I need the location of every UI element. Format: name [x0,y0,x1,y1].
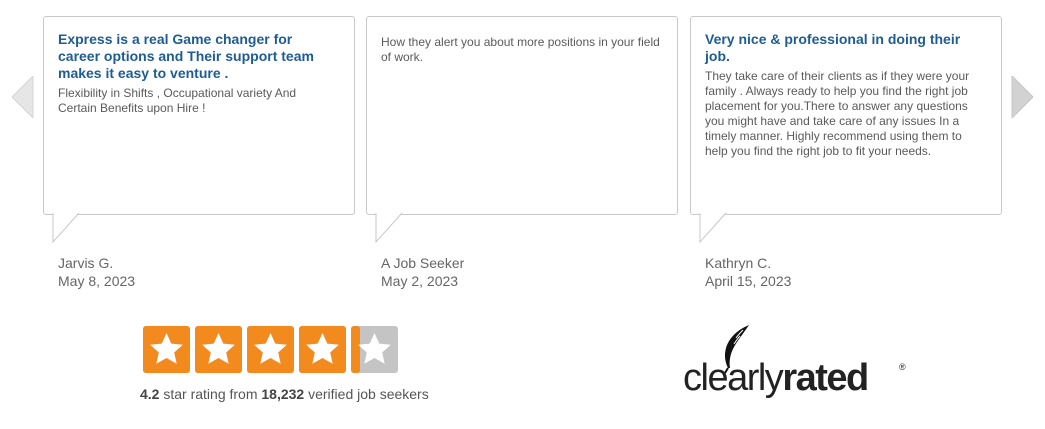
review-date: May 8, 2023 [58,273,136,289]
review-body: How they alert you about more positions … [381,35,660,64]
review-title: Express is a real Game changer for caree… [58,31,314,81]
review-author: A Job Seeker [381,255,465,271]
star-icon [351,326,398,373]
review-card: Very nice & professional in doing their … [690,16,1002,244]
speech-bubble-tail [375,212,403,244]
review-card: How they alert you about more positions … [366,16,678,244]
review-date: April 15, 2023 [705,273,792,289]
star-icon [299,326,346,373]
star-rating [143,326,403,374]
speech-bubble-tail [699,212,727,244]
star-icon [247,326,294,373]
registered-mark: ® [899,362,906,372]
rating-text: star rating from [159,386,262,402]
rating-count: 18,232 [261,386,305,402]
speech-bubble-tail [52,212,80,244]
clearlyrated-logo[interactable]: clearlyrated ® [683,322,913,404]
logo-wordmark-light: clearly [683,357,784,399]
carousel-next-button[interactable] [1011,76,1033,118]
rating-summary: 4.2 star rating from 18,232 verified job… [140,386,429,402]
logo-wordmark-bold: rated [782,357,869,399]
review-author-block: A Job Seeker May 2, 2023 [381,254,464,290]
review-title: Very nice & professional in doing their … [705,31,961,64]
review-body: They take care of their clients as if th… [705,69,970,158]
rating-value: 4.2 [140,386,160,402]
star-icon [143,326,190,373]
review-author: Jarvis G. [58,255,114,271]
review-date: May 2, 2023 [381,273,459,289]
star-icon [195,326,242,373]
review-body: Flexibility in Shifts , Occupational var… [58,86,297,115]
review-card: Express is a real Game changer for caree… [43,16,355,244]
chevron-left-icon [12,76,34,118]
logo-wordmark: clearlyrated [683,356,869,400]
chevron-right-icon [1011,76,1033,118]
rating-suffix: verified job seekers [304,386,429,402]
review-author: Kathryn C. [705,255,772,271]
review-author-block: Jarvis G. May 8, 2023 [58,254,135,290]
carousel-prev-button[interactable] [12,76,34,118]
review-author-block: Kathryn C. April 15, 2023 [705,254,791,290]
